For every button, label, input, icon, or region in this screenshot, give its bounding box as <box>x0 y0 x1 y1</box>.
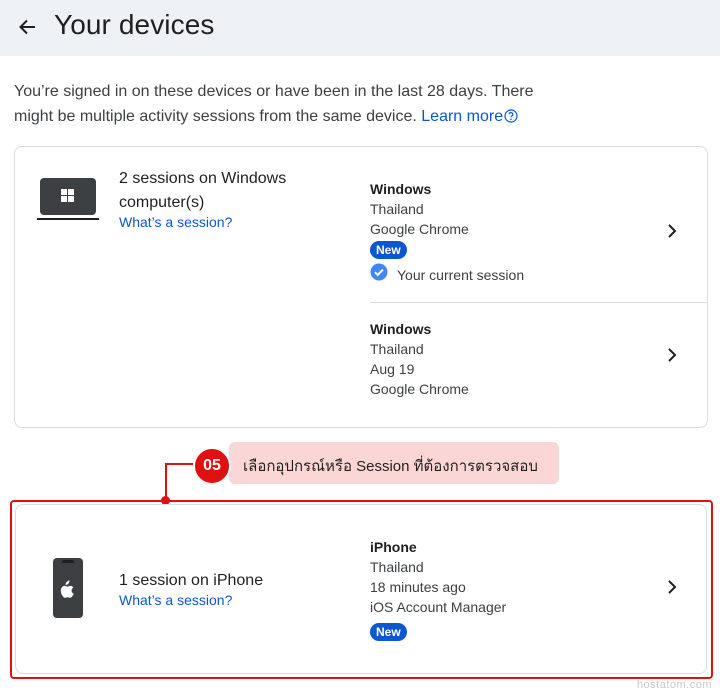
device-card-windows: 2 sessions on Windows computer(s) What’s… <box>14 146 708 428</box>
learn-more-label: Learn more <box>421 108 504 125</box>
session-location: Thailand <box>370 341 424 357</box>
whats-a-session-link[interactable]: What’s a session? <box>119 214 232 230</box>
session-location: Thailand <box>370 201 424 217</box>
annotation-leader-line <box>165 463 167 500</box>
annotation-text: เลือกอุปกรณ์หรือ Session ที่ต้องการตรวจส… <box>243 458 538 475</box>
current-session-label: Your current session <box>397 266 525 283</box>
annotation-leader-line <box>166 463 194 465</box>
chevron-right-icon[interactable] <box>660 219 684 243</box>
chevron-right-icon[interactable] <box>660 343 684 367</box>
session-os: Windows <box>370 321 432 337</box>
top-bar: Your devices <box>0 0 720 56</box>
session-date: Aug 19 <box>370 361 415 377</box>
device-title: 2 sessions on Windows computer(s) <box>119 170 287 211</box>
new-badge: New <box>370 241 407 259</box>
help-circle-icon <box>504 106 518 131</box>
step-number-badge: 05 <box>193 447 231 485</box>
learn-more-link[interactable]: Learn more <box>421 108 518 125</box>
back-arrow-icon[interactable] <box>12 12 42 42</box>
session-divider <box>370 302 708 303</box>
annotation-callout: เลือกอุปกรณ์หรือ Session ที่ต้องการตรวจส… <box>229 442 559 484</box>
annotation-highlight-box <box>10 500 713 679</box>
session-os: Windows <box>370 181 432 197</box>
watermark: hostatom.com <box>636 679 712 691</box>
session-windows-aug19[interactable]: Windows Thailand Aug 19 Google Chrome <box>370 319 469 399</box>
intro-text: You’re signed in on these devices or hav… <box>14 79 574 131</box>
session-browser: Google Chrome <box>370 381 469 397</box>
session-windows-current[interactable]: Windows Thailand Google Chrome New Your … <box>370 179 524 286</box>
current-session-indicator: Your current session <box>370 263 524 286</box>
page-title: Your devices <box>54 9 215 40</box>
check-circle-icon <box>370 263 388 286</box>
session-browser: Google Chrome <box>370 221 469 237</box>
windows-laptop-icon <box>37 177 99 226</box>
